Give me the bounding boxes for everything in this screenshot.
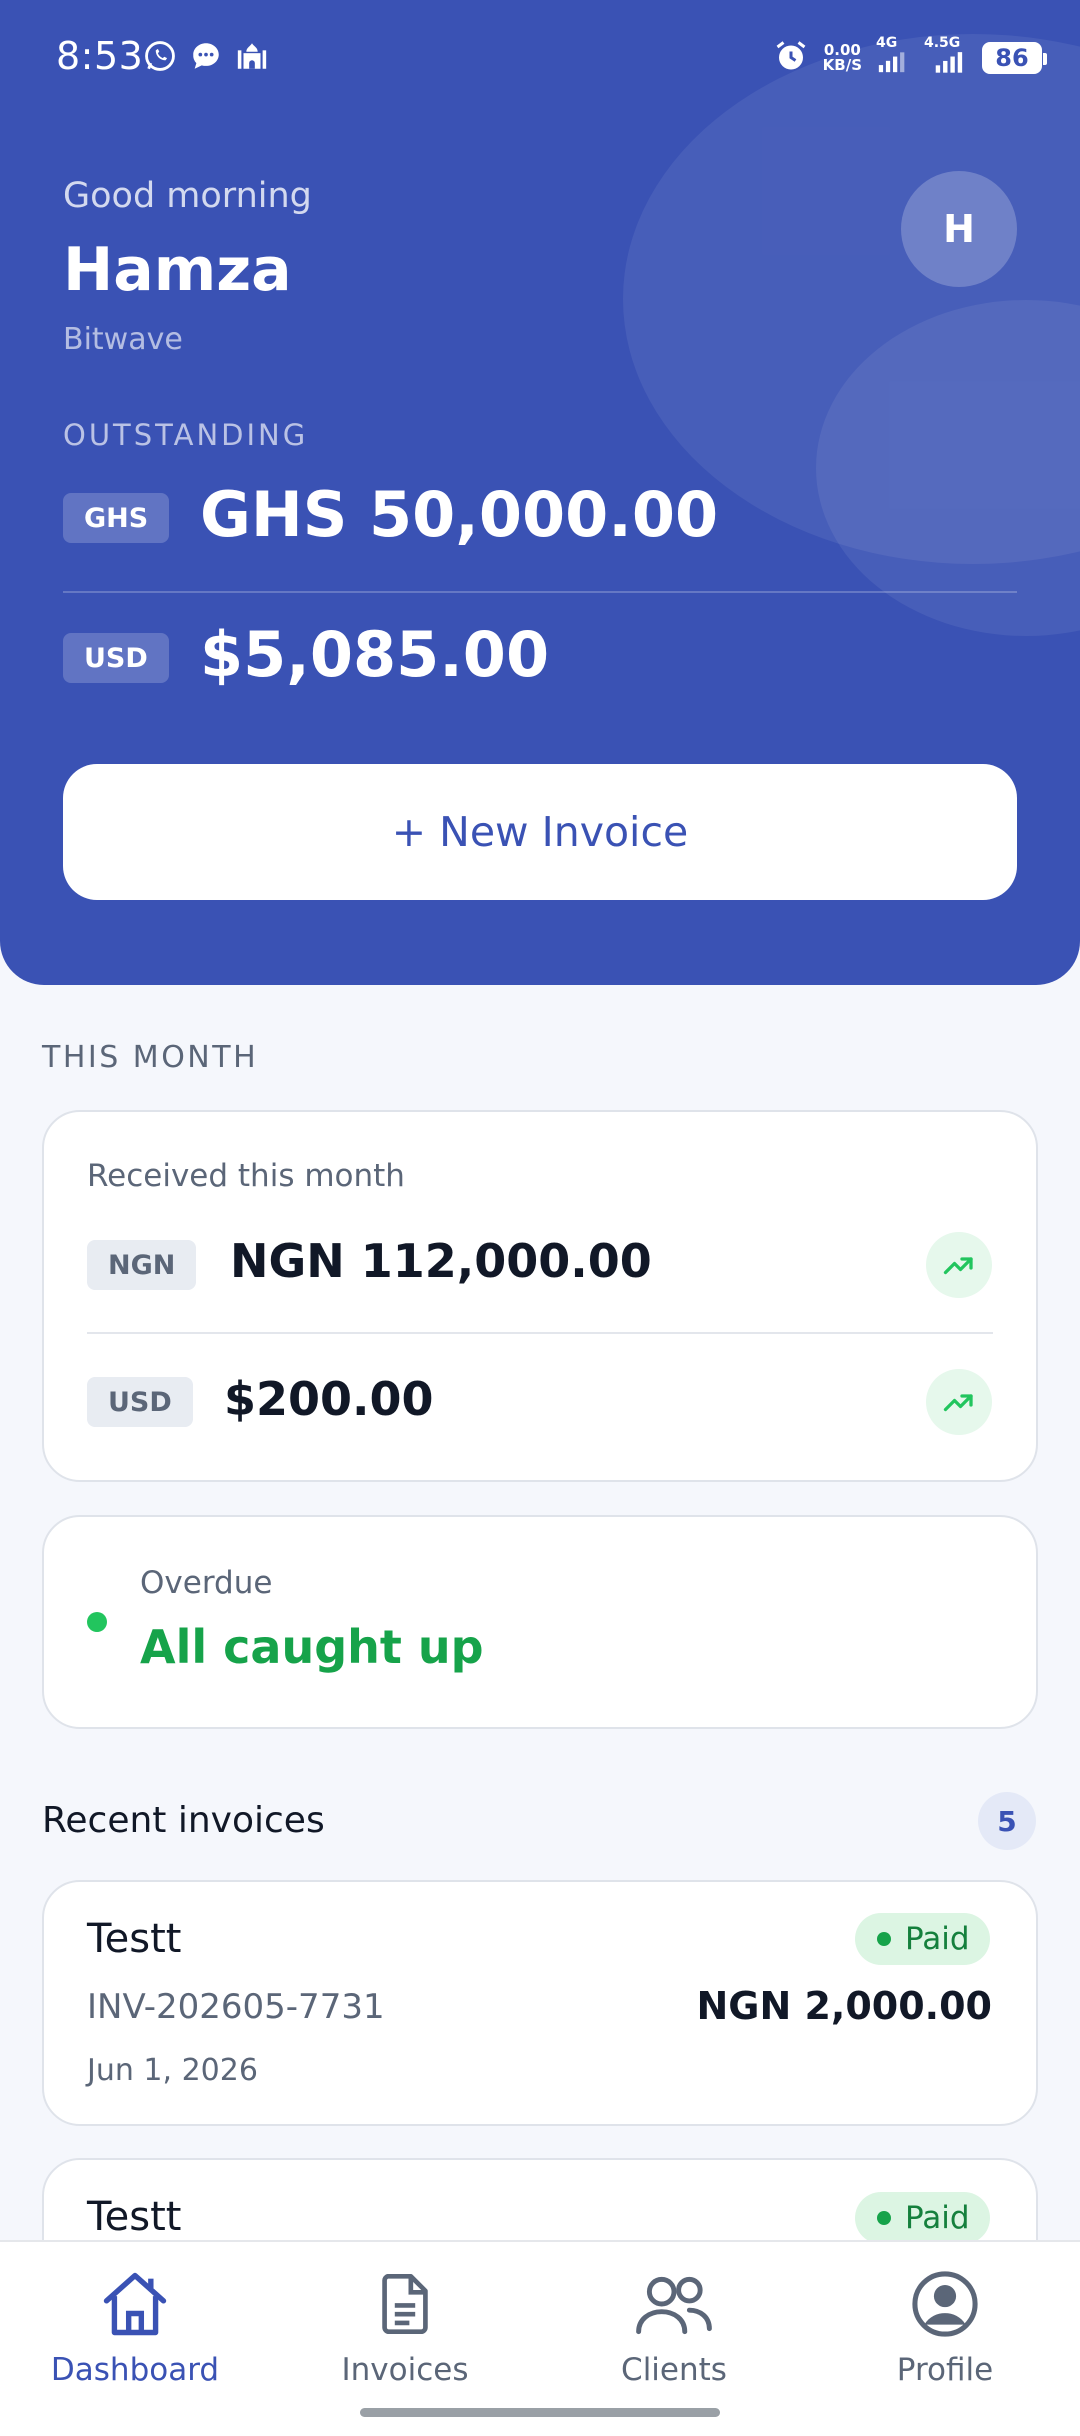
battery-indicator: 86 bbox=[982, 42, 1047, 74]
currency-badge-usd: USD bbox=[63, 633, 169, 683]
signal-sim1: 4G bbox=[876, 36, 910, 76]
users-icon bbox=[564, 2264, 784, 2344]
new-invoice-button[interactable]: + New Invoice bbox=[63, 764, 1017, 900]
signal-sim2: 4.5G bbox=[924, 36, 968, 76]
alarm-icon bbox=[773, 38, 809, 78]
status-time: 8:53 bbox=[56, 34, 144, 78]
status-dot bbox=[87, 1612, 107, 1632]
currency-badge-ghs: GHS bbox=[63, 493, 170, 543]
trending-up-icon bbox=[926, 1369, 992, 1435]
home-icon bbox=[25, 2264, 245, 2344]
received-amount-usd: $200.00 bbox=[224, 1372, 434, 1426]
currency-badge-ngn: NGN bbox=[87, 1240, 197, 1290]
this-month-label: THIS MONTH bbox=[42, 1040, 259, 1075]
dashboard-header: 8:53 0.00 KB/S 4G 4.5G 86 Good morning H… bbox=[0, 0, 1080, 985]
recent-invoices-title: Recent invoices bbox=[42, 1800, 325, 1841]
nav-profile[interactable]: Profile bbox=[835, 2264, 1055, 2388]
status-dot bbox=[877, 2211, 891, 2225]
home-indicator bbox=[360, 2408, 720, 2417]
nav-dashboard[interactable]: Dashboard bbox=[25, 2264, 245, 2388]
outstanding-amount-usd: $5,085.00 bbox=[200, 618, 550, 691]
outstanding-label: OUTSTANDING bbox=[63, 418, 309, 452]
nav-clients[interactable]: Clients bbox=[564, 2264, 784, 2388]
trending-up-icon bbox=[926, 1232, 992, 1298]
status-bar: 8:53 0.00 KB/S 4G 4.5G 86 bbox=[0, 0, 1080, 110]
invoice-count-badge: 5 bbox=[978, 1792, 1036, 1850]
invoice-client: Testt bbox=[87, 1916, 182, 1962]
message-icon bbox=[188, 38, 224, 74]
status-badge: Paid bbox=[855, 1913, 990, 1965]
received-amount-ngn: NGN 112,000.00 bbox=[230, 1234, 652, 1288]
greeting-text: Good morning bbox=[63, 176, 312, 216]
invoice-number: INV-202605-7731 bbox=[87, 1987, 385, 2027]
status-badge: Paid bbox=[855, 2192, 990, 2244]
divider bbox=[87, 1332, 993, 1334]
bottom-navigation: Dashboard Invoices Clients Profile bbox=[0, 2240, 1080, 2436]
nav-invoices[interactable]: Invoices bbox=[295, 2264, 515, 2388]
mosque-icon bbox=[234, 38, 270, 74]
invoice-amount: NGN 2,000.00 bbox=[696, 1984, 992, 2028]
received-title: Received this month bbox=[87, 1158, 405, 1194]
user-circle-icon bbox=[835, 2264, 1055, 2344]
invoice-date: Jun 1, 2026 bbox=[87, 2053, 258, 2088]
overdue-value: All caught up bbox=[140, 1620, 484, 1674]
company-name: Bitwave bbox=[63, 322, 183, 357]
whatsapp-icon bbox=[142, 38, 178, 74]
divider bbox=[63, 591, 1017, 593]
network-speed: 0.00 KB/S bbox=[822, 41, 862, 74]
avatar[interactable]: H bbox=[901, 171, 1017, 287]
currency-badge-usd: USD bbox=[87, 1377, 193, 1427]
document-icon bbox=[295, 2264, 515, 2344]
user-name: Hamza bbox=[63, 235, 292, 305]
status-dot bbox=[877, 1932, 891, 1946]
overdue-label: Overdue bbox=[140, 1565, 273, 1601]
invoice-client: Testt bbox=[87, 2194, 182, 2240]
outstanding-amount-ghs: GHS 50,000.00 bbox=[200, 478, 719, 551]
